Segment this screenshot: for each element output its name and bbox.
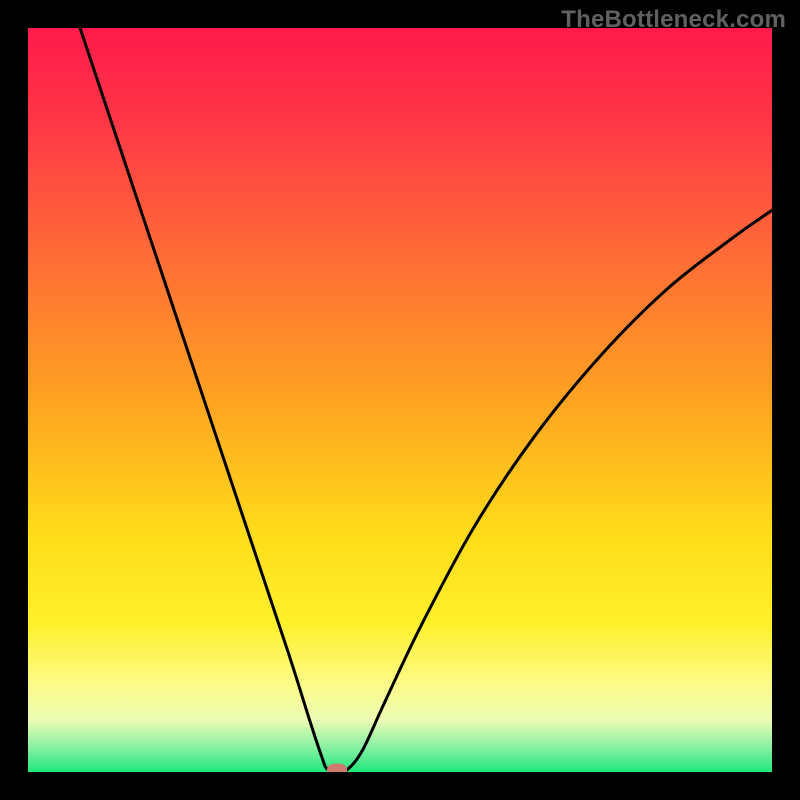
chart-frame: TheBottleneck.com <box>0 0 800 800</box>
watermark-text: TheBottleneck.com <box>561 6 786 34</box>
bottleneck-curve <box>28 28 772 772</box>
plot-area <box>28 28 772 772</box>
optimal-point-marker <box>327 763 347 772</box>
